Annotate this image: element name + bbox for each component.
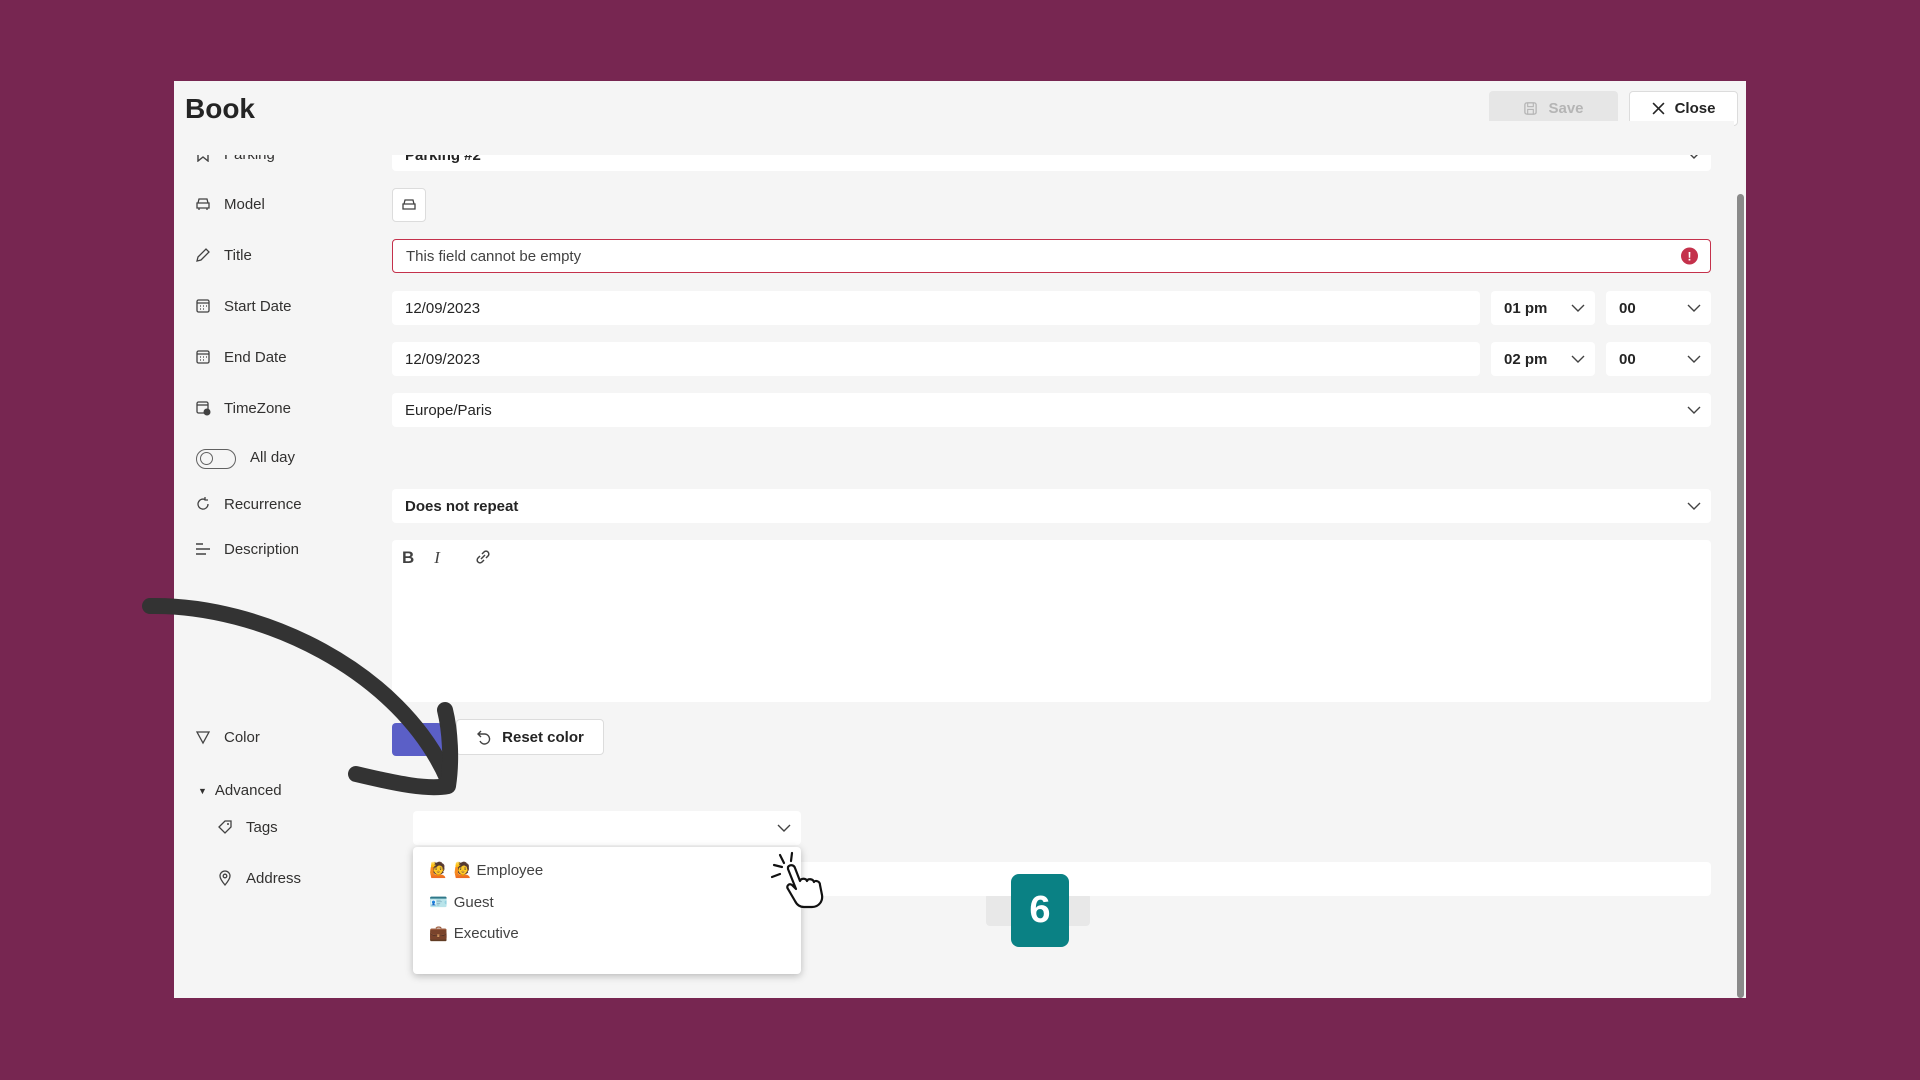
start-hour-value: 01 pm [1504, 299, 1548, 317]
close-label: Close [1674, 100, 1716, 117]
end-hour-value: 02 pm [1504, 350, 1548, 368]
chevron-down-icon [777, 824, 791, 832]
error-icon: ! [1681, 247, 1698, 265]
address-label: Address [246, 869, 302, 887]
car-icon [402, 199, 416, 210]
end-date-value: 12/09/2023 [405, 350, 481, 368]
hand-pointer-icon [770, 851, 824, 909]
timezone-value: Europe/Paris [405, 401, 492, 419]
title-label: Title [224, 246, 252, 264]
recurrence-value: Does not repeat [405, 497, 519, 515]
chevron-down-icon [1687, 406, 1701, 414]
chevron-down-icon [1571, 355, 1585, 363]
start-date-value: 12/09/2023 [405, 299, 481, 317]
model-label: Model [224, 195, 265, 213]
tags-select[interactable] [413, 811, 801, 845]
close-icon [1652, 102, 1665, 115]
calendar-icon [194, 348, 212, 366]
tag-option-label: Executive [453, 924, 519, 942]
end-hour-select[interactable]: 02 pm [1491, 342, 1595, 376]
reset-color-label: Reset color [502, 728, 584, 746]
location-pin-icon [216, 869, 234, 887]
description-label: Description [224, 540, 300, 558]
save-label: Save [1548, 100, 1584, 117]
editor-toolbar: B I [402, 548, 492, 571]
annotation-arrow-icon [142, 597, 459, 796]
id-card-icon: 🪪 [429, 894, 448, 911]
car-icon [194, 195, 212, 213]
description-editor[interactable]: B I [392, 540, 1711, 702]
tag-option-label: 🙋 Employee [453, 862, 544, 879]
toggle-knob [200, 452, 213, 465]
step-badge: 6 [1011, 874, 1069, 947]
repeat-icon [194, 495, 212, 513]
calendar-icon [194, 297, 212, 315]
all-day-toggle[interactable] [196, 449, 236, 469]
timezone-select[interactable]: Europe/Paris [392, 393, 1711, 427]
bold-button[interactable]: B [402, 548, 414, 571]
end-minute-select[interactable]: 00 [1606, 342, 1711, 376]
start-date-label: Start Date [224, 297, 292, 315]
end-date-input[interactable]: 12/09/2023 [392, 342, 1480, 376]
chevron-down-icon [1687, 355, 1701, 363]
chevron-down-icon [1571, 304, 1585, 312]
start-minute-select[interactable]: 00 [1606, 291, 1711, 325]
start-minute-value: 00 [1619, 299, 1636, 317]
end-date-label-row: End Date [194, 348, 287, 366]
model-label-row: Model [194, 195, 265, 213]
recurrence-select[interactable]: Does not repeat [392, 489, 1711, 523]
end-date-label: End Date [224, 348, 287, 366]
tag-option-employee[interactable]: 🙋 🙋 Employee [429, 861, 543, 879]
tag-icon [216, 818, 234, 836]
briefcase-icon: 💼 [429, 925, 448, 942]
timezone-label-row: TimeZone [194, 399, 291, 417]
timezone-label: TimeZone [224, 399, 291, 417]
recurrence-label-row: Recurrence [194, 495, 302, 513]
tags-dropdown-menu: 🙋 🙋 Employee 🪪 Guest 💼 Executive [413, 847, 801, 974]
pencil-icon [194, 246, 212, 264]
save-icon [1524, 102, 1538, 115]
tag-option-guest[interactable]: 🪪 Guest [429, 893, 494, 912]
tags-label-row: Tags [216, 818, 278, 836]
address-label-row: Address [216, 869, 301, 887]
scrollbar[interactable] [1737, 194, 1744, 998]
recurrence-label: Recurrence [224, 495, 302, 513]
tags-label: Tags [246, 818, 278, 836]
title-label-row: Title [194, 246, 252, 264]
title-input[interactable]: This field cannot be empty ! [392, 239, 1711, 273]
chevron-down-icon [1687, 502, 1701, 510]
tag-option-executive[interactable]: 💼 Executive [429, 924, 519, 943]
book-dialog: Book Save Close Parking Parking #2 Model… [174, 81, 1746, 998]
end-minute-value: 00 [1619, 350, 1636, 368]
all-day-label: All day [250, 449, 296, 466]
chevron-down-icon [1687, 304, 1701, 312]
calendar-clock-icon [194, 399, 212, 417]
link-icon[interactable] [474, 548, 492, 571]
header-mask [174, 121, 1734, 155]
start-date-label-row: Start Date [194, 297, 292, 315]
italic-button[interactable]: I [434, 548, 440, 571]
start-hour-select[interactable]: 01 pm [1491, 291, 1595, 325]
description-label-row: Description [194, 540, 299, 558]
start-date-input[interactable]: 12/09/2023 [392, 291, 1480, 325]
tag-option-label: Guest [453, 893, 494, 911]
model-picker-button[interactable] [392, 188, 426, 222]
title-error-text: This field cannot be empty [406, 247, 582, 265]
raising-hand-icon: 🙋 [429, 862, 448, 879]
text-align-icon [194, 540, 212, 558]
